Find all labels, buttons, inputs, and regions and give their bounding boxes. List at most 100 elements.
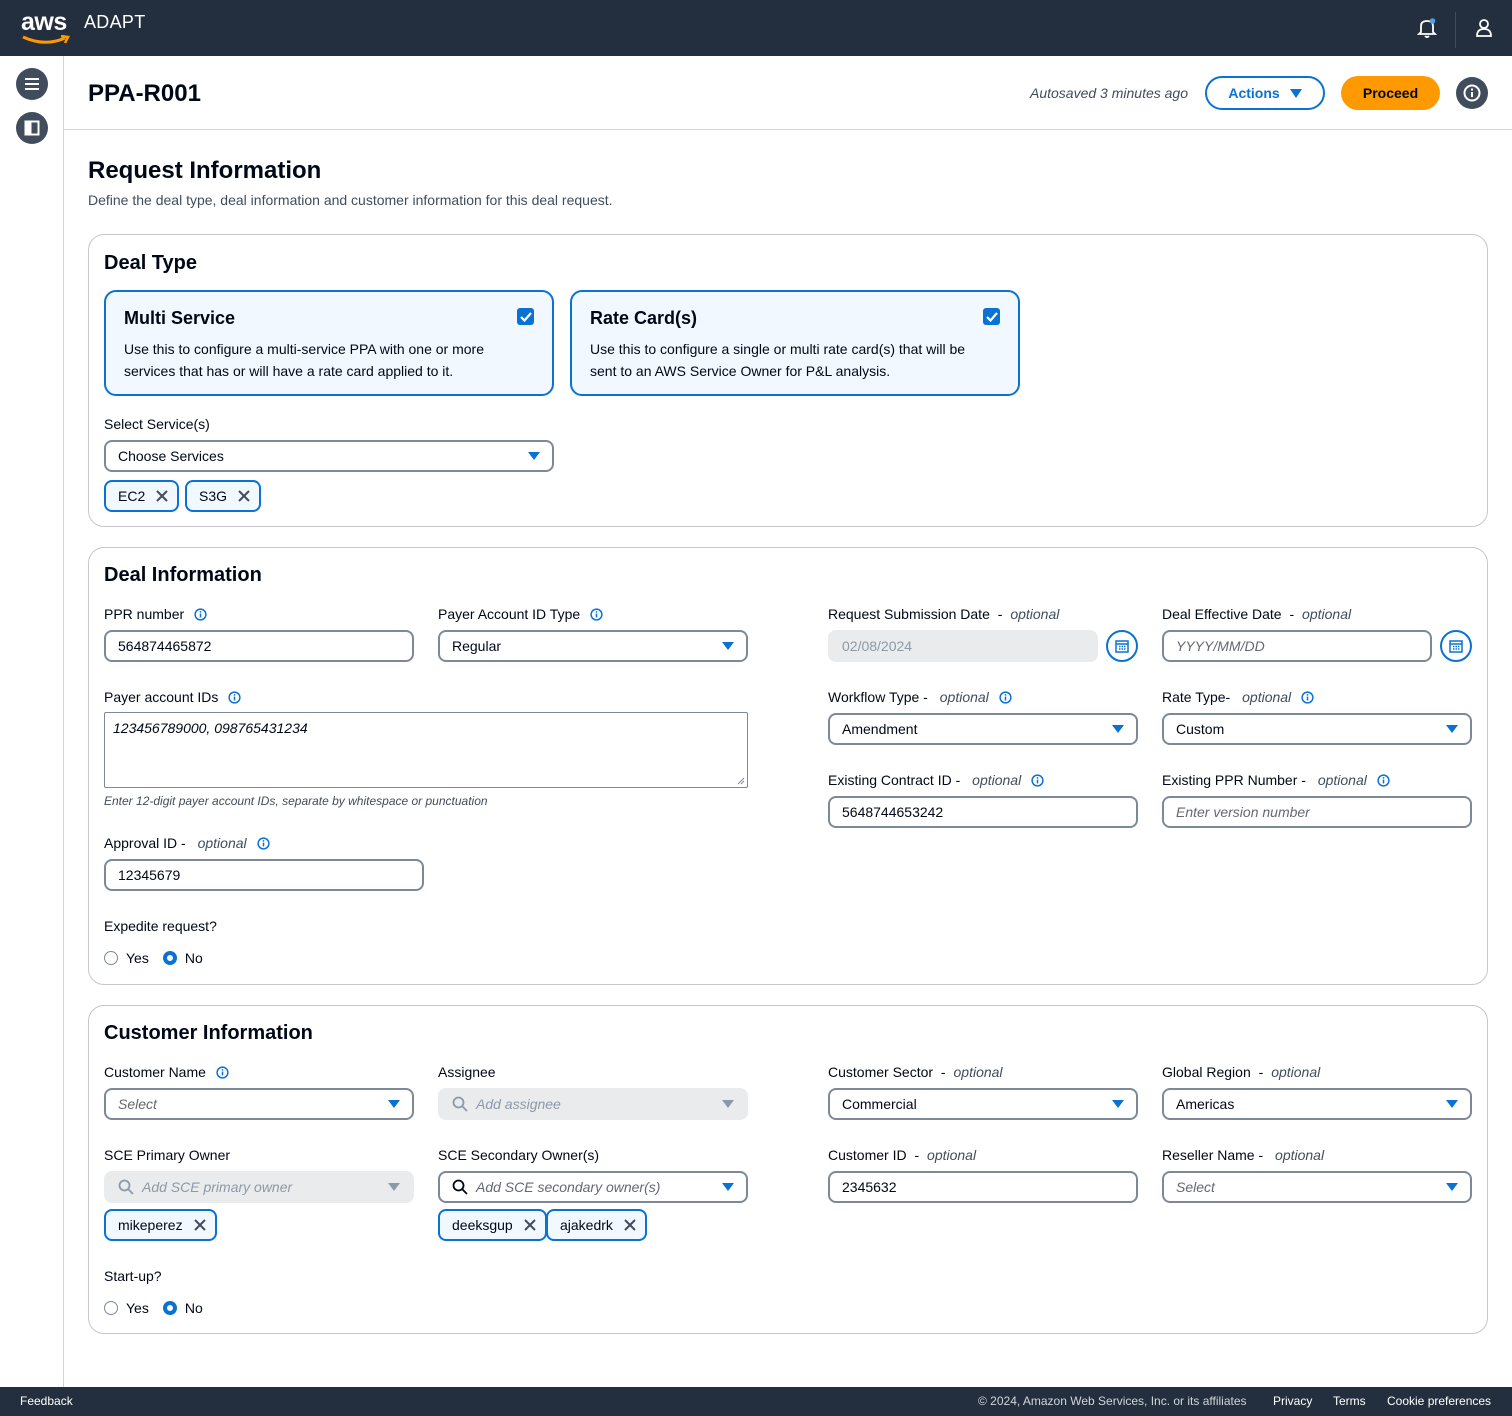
check-icon: [519, 311, 532, 322]
privacy-link[interactable]: Privacy: [1273, 1394, 1312, 1408]
user-profile-icon[interactable]: [1473, 17, 1495, 39]
info-icon[interactable]: [257, 836, 270, 850]
payer-account-type-select[interactable]: Regular: [438, 630, 748, 662]
info-icon[interactable]: [999, 690, 1012, 704]
remove-icon[interactable]: [193, 1218, 207, 1232]
multi-service-checkbox[interactable]: [517, 308, 534, 325]
assignee-label: Assignee: [438, 1064, 496, 1080]
customer-name-select[interactable]: Select: [104, 1088, 414, 1120]
effective-date-input[interactable]: YYYY/MM/DD: [1162, 630, 1432, 662]
payer-account-type-label: Payer Account ID Type: [438, 606, 603, 622]
rate-cards-checkbox[interactable]: [983, 308, 1000, 325]
caret-down-icon: [722, 1100, 734, 1108]
payer-account-ids-textarea[interactable]: 123456789000, 098765431234: [104, 712, 748, 788]
customer-information-card: Customer Information Customer Name Selec…: [88, 1005, 1488, 1334]
info-icon[interactable]: [228, 690, 242, 704]
owner-token-mikeperez: mikeperez: [104, 1209, 217, 1241]
top-navigation: aws ADAPT: [0, 0, 1512, 56]
caret-down-icon: [1112, 1100, 1124, 1108]
service-token-s3g: S3G: [185, 480, 262, 512]
page-title: PPA-R001: [88, 80, 201, 107]
payer-ids-hint: Enter 12-digit payer account IDs, separa…: [104, 794, 488, 808]
rate-type-select[interactable]: Custom: [1162, 713, 1472, 745]
expedite-no-radio[interactable]: [162, 951, 177, 965]
info-icon[interactable]: [1031, 773, 1044, 787]
deal-information-card: Deal Information PPR number 564874465872…: [88, 547, 1488, 985]
menu-button[interactable]: [16, 68, 48, 100]
remove-icon[interactable]: [237, 489, 251, 503]
sce-primary-owner-search: Add SCE primary owner: [104, 1171, 414, 1203]
approval-id-input[interactable]: 12345679: [104, 859, 424, 891]
startup-no-radio[interactable]: [162, 1301, 177, 1315]
select-services-label: Select Service(s): [104, 416, 210, 432]
calendar-button[interactable]: [1440, 630, 1472, 662]
workflow-type-label: Workflow Type - optional: [828, 689, 1012, 705]
search-icon: [452, 1096, 468, 1112]
tile-multi-service[interactable]: Multi Service Use this to configure a mu…: [104, 290, 554, 396]
assignee-search-input: Add assignee: [438, 1088, 748, 1120]
aws-logo[interactable]: aws: [21, 9, 71, 45]
info-icon[interactable]: [1301, 690, 1314, 704]
cookie-preferences-link[interactable]: Cookie preferences: [1387, 1394, 1491, 1408]
tile-rate-cards[interactable]: Rate Card(s) Use this to configure a sin…: [570, 290, 1020, 396]
startup-label: Start-up?: [104, 1268, 162, 1284]
calendar-button[interactable]: [1106, 630, 1138, 662]
remove-icon[interactable]: [155, 489, 169, 503]
info-icon[interactable]: [216, 1065, 229, 1079]
check-icon: [985, 311, 998, 322]
existing-ppr-number-input[interactable]: Enter version number: [1162, 796, 1472, 828]
section-description: Define the deal type, deal information a…: [88, 192, 613, 208]
owner-token-ajakedrk: ajakedrk: [546, 1209, 647, 1241]
actions-button[interactable]: Actions: [1205, 76, 1325, 110]
remove-icon[interactable]: [623, 1218, 637, 1232]
startup-yes-radio[interactable]: [104, 1301, 118, 1315]
existing-contract-id-label: Existing Contract ID - optional: [828, 772, 1044, 788]
page-header: PPA-R001 Autosaved 3 minutes ago Actions…: [64, 56, 1512, 130]
info-panel-button[interactable]: [1456, 77, 1488, 109]
rate-type-label: Rate Type- optional: [1162, 689, 1314, 705]
caret-down-icon: [1446, 1183, 1458, 1191]
info-icon[interactable]: [590, 607, 603, 621]
sce-secondary-owners-label: SCE Secondary Owner(s): [438, 1147, 600, 1163]
startup-radio-group: Yes No: [104, 1300, 217, 1316]
sce-secondary-owners-search[interactable]: Add SCE secondary owner(s): [438, 1171, 748, 1203]
notification-bell-icon[interactable]: [1416, 17, 1438, 39]
feedback-link[interactable]: Feedback: [20, 1394, 73, 1408]
expedite-yes-radio[interactable]: [104, 951, 118, 965]
expedite-request-label: Expedite request?: [104, 918, 217, 934]
customer-id-input[interactable]: 2345632: [828, 1171, 1138, 1203]
resize-handle-icon[interactable]: [737, 777, 745, 785]
panel-icon: [24, 120, 40, 136]
reseller-name-label: Reseller Name - optional: [1162, 1147, 1325, 1163]
calendar-icon: [1449, 640, 1463, 653]
customer-information-title: Customer Information: [104, 1022, 313, 1044]
customer-sector-select[interactable]: Commercial: [828, 1088, 1138, 1120]
select-services-dropdown[interactable]: Choose Services: [104, 440, 554, 472]
customer-sector-label: Customer Sector - optional: [828, 1064, 1003, 1080]
existing-contract-id-input[interactable]: 5648744653242: [828, 796, 1138, 828]
customer-id-label: Customer ID - optional: [828, 1147, 977, 1163]
remove-icon[interactable]: [523, 1218, 537, 1232]
proceed-button[interactable]: Proceed: [1341, 76, 1440, 110]
reseller-name-select[interactable]: Select: [1162, 1171, 1472, 1203]
app-name: ADAPT: [84, 12, 146, 32]
caret-down-icon: [1112, 725, 1124, 733]
owner-token-deeksgup: deeksgup: [438, 1209, 547, 1241]
info-icon[interactable]: [194, 607, 207, 621]
copyright-text: © 2024, Amazon Web Services, Inc. or its…: [978, 1394, 1247, 1408]
ppr-number-input[interactable]: 564874465872: [104, 630, 414, 662]
search-icon: [452, 1179, 468, 1195]
caret-down-icon: [388, 1183, 400, 1191]
global-region-select[interactable]: Americas: [1162, 1088, 1472, 1120]
info-icon[interactable]: [1377, 773, 1390, 787]
search-icon: [118, 1179, 134, 1195]
menu-icon: [25, 78, 39, 90]
caret-down-icon: [1289, 88, 1302, 98]
sce-primary-owner-label: SCE Primary Owner: [104, 1147, 231, 1163]
panel-toggle-button[interactable]: [16, 112, 48, 144]
workflow-type-select[interactable]: Amendment: [828, 713, 1138, 745]
caret-down-icon: [1446, 1100, 1458, 1108]
payer-account-ids-label: Payer account IDs: [104, 689, 242, 705]
terms-link[interactable]: Terms: [1333, 1394, 1366, 1408]
autosave-status: Autosaved 3 minutes ago: [1030, 85, 1188, 101]
